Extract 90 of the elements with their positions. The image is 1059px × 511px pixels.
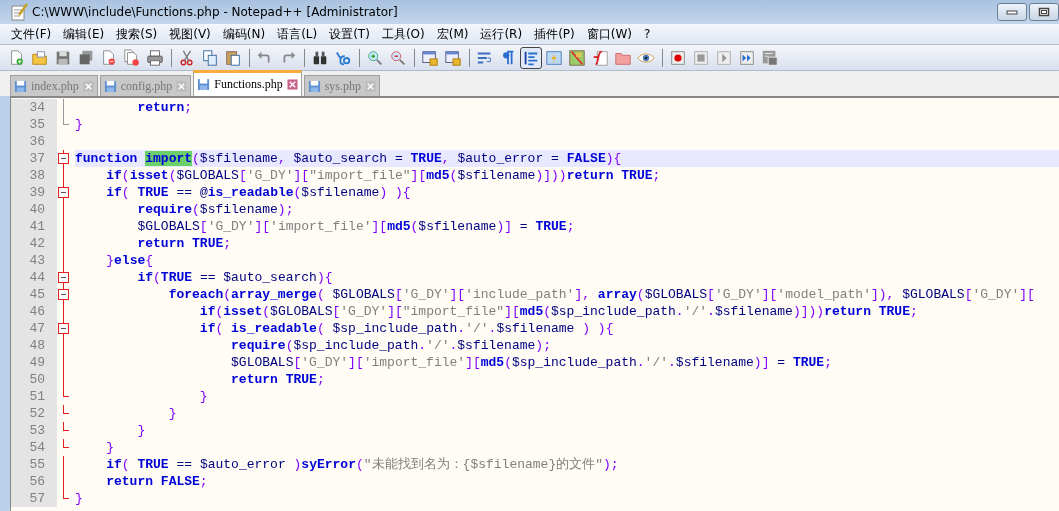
line-number: 53 — [11, 422, 57, 439]
record-icon — [669, 48, 687, 67]
code-line: } — [75, 116, 83, 133]
code-line: if(TRUE == $auto_search){ — [136, 269, 333, 286]
code-line: }else{ — [105, 252, 154, 269]
zoom-out-icon — [389, 48, 407, 67]
code-line: return; — [136, 99, 193, 116]
line-number: 50 — [11, 371, 57, 388]
code-line: $GLOBALS['G_DY']['import_file'][md5($sp_include_path.'/'.$sfilename)] = TRUE; — [230, 354, 832, 371]
line-number: 39 — [11, 184, 57, 201]
menu-item[interactable]: 编码(N) — [217, 25, 271, 43]
code-line: if( TRUE == @is_readable($sfilename) ){ — [105, 184, 411, 201]
line-number: 45 — [11, 286, 57, 303]
save-all-icon — [77, 48, 95, 67]
line-number: 43 — [11, 252, 57, 269]
code-line: } — [167, 405, 177, 422]
line-number: 38 — [11, 167, 57, 184]
menu-item[interactable]: 插件(P) — [529, 25, 580, 43]
close-file-icon — [100, 48, 118, 67]
lightning-window-icon — [545, 48, 563, 67]
line-number: 55 — [11, 456, 57, 473]
file-tab[interactable]: Functions.php — [193, 70, 302, 96]
code-line: return FALSE; — [105, 473, 208, 490]
line-number: 34 — [11, 99, 57, 116]
print-icon — [146, 48, 164, 67]
window-lock-icon — [444, 48, 462, 67]
code-line: } — [75, 490, 83, 507]
line-number: 52 — [11, 405, 57, 422]
line-number: 35 — [11, 116, 57, 133]
play-icon — [715, 48, 733, 67]
code-line: if(isset($GLOBALS['G_DY']["import_file"][md5($sfilename)]))return TRUE; — [105, 167, 661, 184]
code-line: if( TRUE == $auto_error )syError("未能找到名为：{$sfilename}的文件"); — [105, 456, 619, 473]
menu-item[interactable]: 运行(R) — [475, 25, 528, 43]
close-icon[interactable] — [286, 79, 298, 90]
line-number: 41 — [11, 218, 57, 235]
code-line: } — [198, 388, 208, 405]
menu-item[interactable]: 视图(V) — [164, 25, 216, 43]
menu-item[interactable]: 编辑(E) — [58, 25, 110, 43]
menu-item[interactable]: 语言(L) — [272, 25, 323, 43]
code-line: return TRUE; — [230, 371, 325, 388]
line-number: 57 — [11, 490, 57, 507]
code-line: require($sfilename); — [136, 201, 294, 218]
line-number: 51 — [11, 388, 57, 405]
maximize-button[interactable] — [1029, 3, 1059, 21]
copy-icon — [201, 48, 219, 67]
line-number: 40 — [11, 201, 57, 218]
line-number: 48 — [11, 337, 57, 354]
line-number: 47 — [11, 320, 57, 337]
open-folder-icon — [31, 48, 49, 67]
window-lock-icon — [421, 48, 439, 67]
zoom-in-icon — [366, 48, 384, 67]
code-line: if(isset($GLOBALS['G_DY']["import_file"][md5($sp_include_path.'/'.$sfilename)]))return TRUE; — [198, 303, 918, 320]
fast-forward-icon — [738, 48, 756, 67]
new-file-icon — [8, 48, 26, 67]
line-number: 36 — [11, 133, 57, 150]
menu-item[interactable]: 搜索(S) — [111, 25, 163, 43]
code-line: require($sp_include_path.'/'.$sfilename); — [230, 337, 551, 354]
line-number: 44 — [11, 269, 57, 286]
line-number: 42 — [11, 235, 57, 252]
restore-icon — [1038, 7, 1050, 17]
close-all-icon — [123, 48, 141, 67]
indent-guide-button[interactable] — [520, 46, 542, 69]
menu-item[interactable]: 工具(O) — [376, 25, 430, 43]
minimize-button[interactable] — [997, 3, 1027, 21]
minimize-icon — [1006, 8, 1018, 16]
menu-item[interactable]: ? — [638, 27, 656, 41]
code-line: return TRUE; — [136, 235, 232, 252]
code-line: } — [105, 439, 115, 456]
menu-item[interactable]: 宏(M) — [431, 25, 474, 43]
menu-item[interactable]: 设置(T) — [324, 25, 375, 43]
line-number: 56 — [11, 473, 57, 490]
code-line: foreach(array_merge( $GLOBALS['G_DY']['include_path'], array($GLOBALS['G_DY']['model_path']), $GLOBALS['G_DY'][ — [167, 286, 1035, 303]
save-macro-icon — [761, 48, 779, 67]
menu-item[interactable]: 窗口(W) — [581, 25, 637, 43]
line-number: 54 — [11, 439, 57, 456]
stop-icon — [692, 48, 710, 67]
cut-icon — [178, 48, 196, 67]
code-line: if( is_readable( $sp_include_path.'/'.$sfilename ) ){ — [198, 320, 614, 337]
code-line: } — [136, 422, 146, 439]
line-number: 49 — [11, 354, 57, 371]
function-list-icon — [591, 48, 609, 67]
line-number: 46 — [11, 303, 57, 320]
code-line: $GLOBALS['G_DY']['import_file'][md5($sfilename)] = TRUE; — [136, 218, 575, 235]
paste-icon — [224, 48, 242, 67]
map-icon — [568, 48, 586, 67]
line-number: 37 — [11, 150, 57, 167]
window-title: C:\WWW\include\Functions.php - Notepad++ [Administrator] — [32, 5, 398, 19]
notepad-app-icon — [10, 3, 28, 21]
menu-item[interactable]: 文件(F) — [6, 25, 57, 43]
code-line: function import($sfilename, $auto_search = TRUE, $auto_error = FALSE){ — [75, 150, 622, 167]
